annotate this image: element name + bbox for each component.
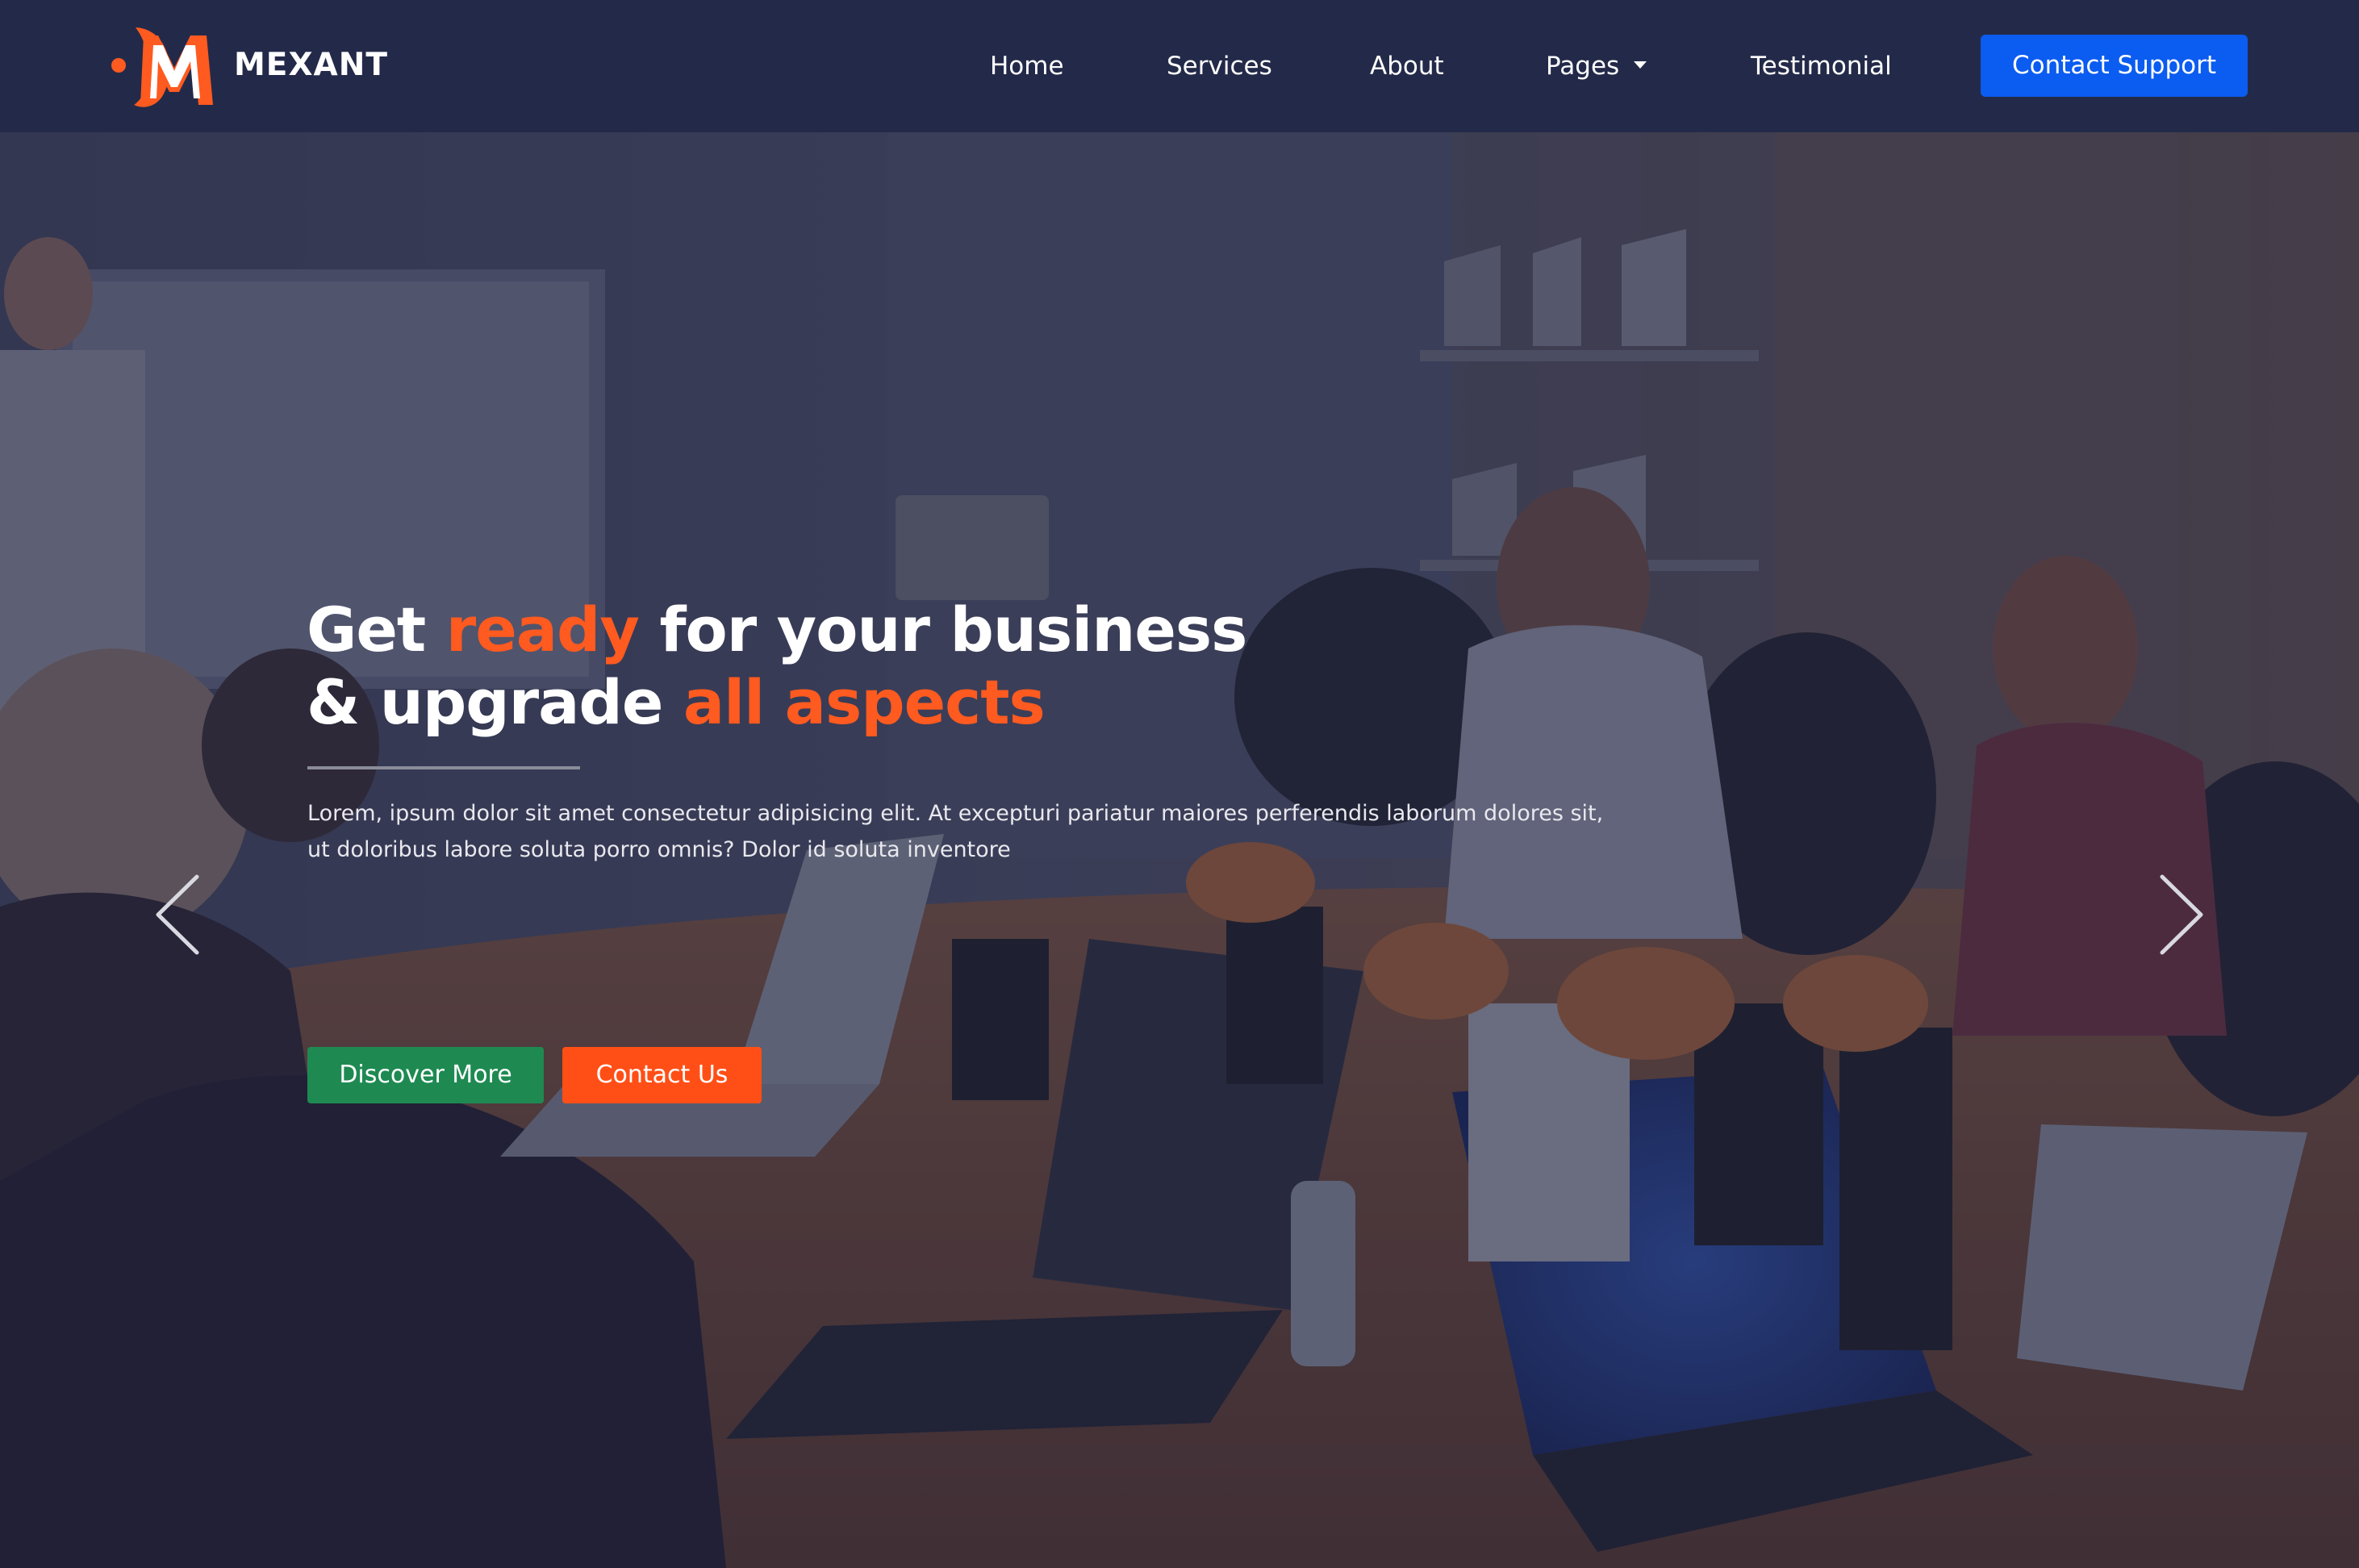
hero-description: Lorem, ipsum dolor sit amet consectetur …: [307, 801, 1604, 862]
nav-testimonial[interactable]: Testimonial: [1751, 42, 1892, 90]
headline-divider: [307, 766, 580, 769]
nav-about[interactable]: About: [1370, 42, 1444, 90]
contact-support-button[interactable]: Contact Support: [1981, 35, 2248, 97]
hero-headline: Get ready for your business & upgrade al…: [307, 594, 1247, 739]
discover-more-button[interactable]: Discover More: [307, 1047, 544, 1103]
headline-text: & upgrade: [307, 666, 683, 738]
hero-section: Get ready for your business & upgrade al…: [0, 132, 2359, 1568]
m-logo-icon: [111, 27, 213, 107]
navbar: MEXANT Home Services About Pages Testimo…: [0, 0, 2359, 132]
headline-line-1: Get ready for your business: [307, 594, 1247, 666]
brand-logo[interactable]: MEXANT: [111, 21, 388, 110]
headline-accent: ready: [445, 594, 640, 665]
nav-services[interactable]: Services: [1167, 42, 1272, 90]
chevron-left-icon[interactable]: [152, 870, 203, 959]
headline-text: Get: [307, 594, 446, 665]
headline-accent: all aspects: [683, 666, 1046, 738]
chevron-right-icon[interactable]: [2156, 870, 2207, 959]
nav-home[interactable]: Home: [990, 42, 1064, 90]
nav-pages-label: Pages: [1546, 52, 1620, 81]
contact-us-button[interactable]: Contact Us: [562, 1047, 762, 1103]
caret-down-icon: [1634, 61, 1647, 69]
brand-name: MEXANT: [234, 47, 388, 83]
headline-text: for your business: [638, 594, 1247, 665]
nav-pages-dropdown[interactable]: Pages: [1546, 42, 1647, 90]
headline-line-2: & upgrade all aspects: [307, 666, 1246, 739]
